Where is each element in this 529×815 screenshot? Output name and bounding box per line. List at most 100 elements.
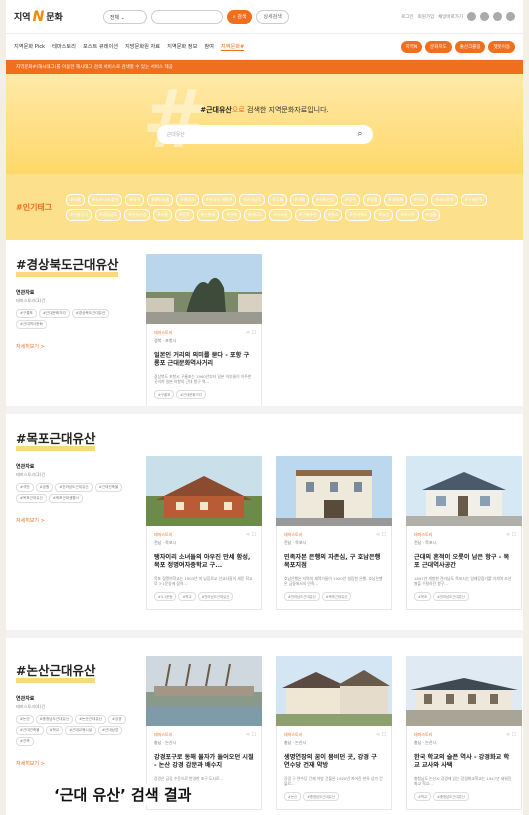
section-tag[interactable]: #목포근대생활사 [48,494,84,503]
popular-tag[interactable]: #경주 [340,193,360,206]
card-tag[interactable]: #전라남도근대유산 [197,592,234,602]
more-link[interactable]: 자세히보기 > [16,760,136,767]
card-tag[interactable]: #근대문화거리 [176,390,206,400]
section-tag[interactable]: #근대건축물 [16,726,44,735]
card-tag[interactable]: #전라남도근대유산 [284,592,320,602]
popular-tag[interactable]: #유학 [125,193,145,206]
section-tag[interactable]: #강경 [107,715,126,724]
card-share-bookmark-icon[interactable]: ⋖ ☐ [246,532,256,538]
card-tag[interactable]: #3.1운동 [154,592,177,602]
card-tag[interactable]: #충청남도근대유산 [303,792,339,802]
popular-tag[interactable]: #전라남도 [239,193,266,206]
card-title[interactable]: 강경포구로 동해 물자가 들어오던 시절 - 논산 강경 갑문과 배수지 [154,754,254,771]
card-share-bookmark-icon[interactable]: ⋖ ☐ [506,732,516,738]
card-title[interactable]: 생명연장의 꿈이 뭄비던 곳, 강경 구 연수당 건재 약방 [284,754,384,771]
card-tag[interactable]: #목포 [414,592,432,602]
more-link[interactable]: 자세히보기 > [16,517,136,524]
region-n-button[interactable]: 지역N [400,40,423,53]
popular-tag[interactable]: #석조물 [269,208,292,221]
popular-tag[interactable]: #민요 [409,193,429,206]
popular-tag[interactable]: #근대유산 [294,208,321,221]
search-button[interactable]: ⌕ 검색 [226,9,253,24]
story-card[interactable]: ⋖ ☐ 테마스토리 경북 · 포항시 일본인 거리의 의미를 묻다 - 포항 구… [146,254,262,408]
card-title[interactable]: 탱자이리 소녀들의 아우진 만세 함성, 목포 정명여자중학교 구... [154,554,254,571]
card-share-bookmark-icon[interactable]: ⋖ ☐ [376,532,386,538]
nav-item-participate[interactable]: 참여 [204,43,214,50]
instagram-icon[interactable] [480,12,489,21]
section-tag[interactable]: #근대교육시설 [65,726,97,735]
hero-search-input[interactable]: 근대유산 ⌕ [156,124,373,144]
popular-tag[interactable]: #경상남도 [95,208,122,221]
search-category-select[interactable]: 전체 ⌄ [102,9,147,24]
section-tag[interactable]: #학교 [45,726,64,735]
popular-tag[interactable]: #향토인물 [147,193,174,206]
detail-search-button[interactable]: 상세검색 [256,9,289,24]
card-tag[interactable]: #학교 [178,592,196,602]
blog-icon[interactable] [467,12,476,21]
card-share-bookmark-icon[interactable]: ⋖ ☐ [506,532,516,538]
popular-tag[interactable]: #전통음식 [66,208,93,221]
section-tag[interactable]: #근대건축물 [94,483,123,492]
nav-item-culture-info[interactable]: 지역문화 정보 [167,43,197,50]
section-tag[interactable]: #건축 [16,737,34,746]
popular-tag[interactable]: #전통산업 [311,193,338,206]
story-card[interactable]: ⋖ ☐ 테마스토리 전남 · 목포시 근대의 흔적이 오롯이 남은 항구 - 목… [406,456,522,610]
story-card[interactable]: ⋖ ☐ 테마스토리 충남 · 논산시 한국 학교의 슬픈 역사 - 강경화교 학… [406,656,522,810]
popular-tag[interactable]: #한국의 재발견 [201,193,237,206]
section-tag[interactable]: #논산 [16,715,34,724]
popular-tag[interactable]: #농업 [374,208,394,221]
section-tag[interactable]: #논산근대유산 [75,715,106,724]
popular-tag[interactable]: #구비문학 [460,193,487,206]
card-title[interactable]: 민족자본 은행의 자존심, 구 호남은행 목포지점 [284,554,384,571]
popular-tag[interactable]: #기행 [290,193,309,206]
card-title[interactable]: 근대의 흔적이 오롯이 남은 항구 - 목포 근대역사공간 [414,554,514,571]
popular-tag[interactable]: #전라북도 [345,208,372,221]
culture-map-button[interactable]: 문화지도 [425,40,452,53]
popular-tag[interactable]: #근현대 [196,208,220,221]
signup-link[interactable]: 회원가입 [418,14,435,20]
popular-tag[interactable]: #향교 [323,208,343,221]
section-tag[interactable]: #전라남도근대유산 [55,483,93,492]
header-search-input[interactable] [150,9,223,24]
nav-item-post-curation[interactable]: 포스트 큐레이션 [83,43,118,50]
popular-tag[interactable]: #명절 [362,193,382,206]
popular-tag[interactable]: #지역 [66,193,85,206]
section-tag[interactable]: #근대문화거리 [38,309,70,318]
popular-tag[interactable]: #민속신앙 [124,208,151,221]
search-icon[interactable]: ⌕ [357,129,362,139]
card-tag[interactable]: #학교 [414,792,432,802]
section-tag[interactable]: #충청남도근대유산 [35,715,74,724]
section-tag[interactable]: #공원 [35,483,54,492]
story-card[interactable]: ⋖ ☐ 테마스토리 전남 · 목포시 민족자본 은행의 자존심, 구 호남은행 … [276,456,392,610]
card-share-bookmark-icon[interactable]: ⋖ ☐ [246,732,256,738]
popular-tag[interactable]: #조선시대 풍속 [87,193,123,206]
popular-tag[interactable]: #사찰 [153,208,172,221]
card-share-bookmark-icon[interactable]: ⋖ ☐ [246,330,256,336]
popular-tag[interactable]: #해양사 [176,193,199,206]
story-card[interactable]: ⋖ ☐ 테마스토리 전남 · 목포시 탱자이리 소녀들의 아우진 만세 함성, … [146,456,262,610]
crawling-button[interactable]: 출산크롤링 [454,40,486,53]
section-tag[interactable]: #석탄 [16,483,34,492]
nav-item-pick[interactable]: 지역문화 Pick [14,43,45,50]
section-tag[interactable]: #근대상업 [98,726,123,735]
card-tag[interactable]: #구룡포 [154,390,175,400]
popular-tag[interactable]: #의식주 [396,208,419,221]
section-tag[interactable]: #구룡포 [16,309,37,318]
nav-item-culture-center[interactable]: 지방문화원 자료 [125,43,160,50]
section-tag[interactable]: #목포근대유산 [16,494,47,503]
nav-item-hashtag[interactable]: 지역문화# [220,43,245,51]
more-link[interactable]: 자세히보기 > [16,343,136,350]
popular-tag[interactable]: #세시풍속 [431,193,458,206]
popular-tag[interactable]: #건축 [222,208,241,221]
youtube-icon[interactable] [506,12,515,21]
popular-tag[interactable]: #무형 [268,193,288,206]
card-tag[interactable]: #충청남도근대유산 [433,792,469,802]
popular-tag[interactable]: #대나무 [243,208,267,221]
channel-link[interactable]: 채널바로가기 [438,14,463,20]
popular-tag[interactable]: #문학 [174,208,194,221]
card-title[interactable]: 한국 학교의 슬픈 역사 - 강경화교 학교 교사와 사택 [414,754,514,771]
story-card[interactable]: ⋖ ☐ 테마스토리 충남 · 논산시 생명연장의 꿈이 뭄비던 곳, 강경 구 … [276,656,392,810]
login-link[interactable]: 로그인 [401,14,413,20]
card-tag[interactable]: #논산 [284,792,302,802]
section-tag[interactable]: #경상북도근대유산 [71,309,110,318]
